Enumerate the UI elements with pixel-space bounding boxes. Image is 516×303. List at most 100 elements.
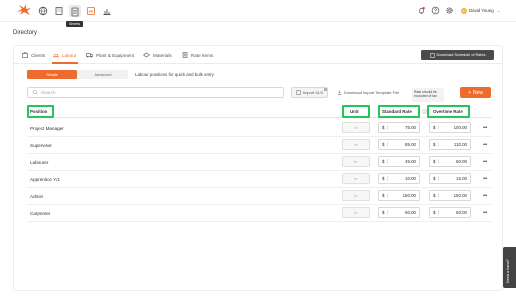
chart-icon[interactable] bbox=[102, 6, 112, 16]
standard-rate-value: 150.00 bbox=[402, 193, 416, 198]
standard-rate-input[interactable]: $150.00 bbox=[378, 190, 420, 201]
table-row: Supervisor hr $85.00 $110.00 ••• bbox=[27, 137, 492, 154]
row-menu-icon[interactable]: ••• bbox=[483, 210, 487, 216]
rate-items-icon bbox=[182, 52, 188, 58]
chevron-down-icon[interactable]: ⌄ bbox=[497, 8, 500, 13]
unit-input[interactable]: hr bbox=[342, 173, 370, 184]
materials-icon bbox=[143, 52, 150, 58]
highlight-unit-header bbox=[342, 105, 370, 118]
plus-icon: + bbox=[468, 89, 471, 96]
currency-symbol: $ bbox=[433, 193, 440, 198]
tab-plant-label: Plant & Equipment bbox=[96, 52, 135, 58]
search-placeholder: Search bbox=[41, 90, 56, 95]
standard-rate-input[interactable]: $75.00 bbox=[378, 122, 420, 133]
user-name[interactable]: David Young bbox=[469, 8, 494, 13]
overtime-rate-value: 60.00 bbox=[456, 210, 467, 215]
overtime-rate-input[interactable]: $60.00 bbox=[429, 207, 471, 218]
currency-symbol: $ bbox=[382, 210, 389, 215]
tab-clients[interactable]: Clients bbox=[22, 51, 45, 59]
row-menu-icon[interactable]: ••• bbox=[483, 176, 487, 182]
currency-symbol: $ bbox=[433, 142, 440, 147]
overtime-rate-value: 60.00 bbox=[456, 159, 467, 164]
table-header-row: Position Unit Standard Rate Overtime Rat… bbox=[27, 105, 492, 118]
table-row: Apprentice Y/1 hr $10.00 $15.00 ••• bbox=[27, 171, 492, 188]
download-schedule-button[interactable]: Download Schedule of Rates bbox=[421, 50, 494, 60]
row-menu-icon[interactable]: ••• bbox=[483, 159, 487, 165]
tab-materials[interactable]: Materials bbox=[143, 51, 172, 59]
hardhat-icon bbox=[53, 54, 59, 58]
settings-gear-icon[interactable] bbox=[445, 6, 454, 15]
standard-rate-value: 45.00 bbox=[405, 159, 416, 164]
position-name: Labourer bbox=[30, 160, 49, 165]
unit-input[interactable]: hr bbox=[342, 156, 370, 167]
standard-rate-input[interactable]: $45.00 bbox=[378, 156, 420, 167]
mode-description: Labour positions for quick and bulk entr… bbox=[135, 72, 214, 77]
download-schedule-label: Download Schedule of Rates bbox=[436, 53, 486, 57]
mode-advanced-option[interactable]: Advanced bbox=[78, 70, 128, 79]
standard-rate-value: 85.00 bbox=[405, 142, 416, 147]
currency-symbol: $ bbox=[382, 159, 389, 164]
currency-symbol: $ bbox=[433, 159, 440, 164]
sheets-nav-active[interactable] bbox=[69, 5, 81, 17]
building-icon[interactable] bbox=[54, 6, 64, 16]
standard-rate-input[interactable]: $50.00 bbox=[378, 207, 420, 218]
table-row: Carpenter hr $50.00 $60.00 ••• bbox=[27, 205, 492, 222]
position-name: Supervisor bbox=[30, 143, 52, 148]
user-avatar[interactable]: DY bbox=[461, 8, 467, 14]
tab-rate-items[interactable]: Rate Items bbox=[182, 51, 213, 59]
overtime-rate-input[interactable]: $15.00 bbox=[429, 173, 471, 184]
download-icon bbox=[337, 90, 342, 95]
tab-labour[interactable]: Labour bbox=[53, 51, 76, 59]
unit-input[interactable]: hr bbox=[342, 122, 370, 133]
row-menu-icon[interactable]: ••• bbox=[483, 125, 487, 131]
tax-note-tooltip: Rate should be excluded of tax bbox=[412, 88, 444, 102]
position-name: Carpenter bbox=[30, 211, 51, 216]
position-name: Apprentice Y/1 bbox=[30, 177, 61, 182]
unit-input[interactable]: hr bbox=[342, 139, 370, 150]
overtime-rate-input[interactable]: $100.00 bbox=[429, 122, 471, 133]
help-icon[interactable] bbox=[431, 6, 440, 15]
table-row: Admin hr $150.00 $150.00 ••• bbox=[27, 188, 492, 205]
overtime-rate-input[interactable]: $110.00 bbox=[429, 139, 471, 150]
tab-bar: Clients Labour Plant & Equipment Materia… bbox=[14, 46, 502, 64]
overtime-rate-input[interactable]: $150.00 bbox=[429, 190, 471, 201]
globe-icon[interactable] bbox=[38, 6, 48, 16]
overtime-rate-input[interactable]: $60.00 bbox=[429, 156, 471, 167]
unit-input[interactable]: hr bbox=[342, 207, 370, 218]
search-icon bbox=[33, 90, 38, 95]
import-xls-button[interactable]: Import XLS bbox=[291, 87, 328, 98]
import-info-icon[interactable] bbox=[324, 88, 327, 91]
mode-simple-option[interactable]: Simple bbox=[27, 70, 77, 79]
document-icon bbox=[430, 52, 434, 58]
standard-rate-input[interactable]: $10.00 bbox=[378, 173, 420, 184]
highlight-overtime-rate-header bbox=[427, 105, 470, 118]
currency-symbol: $ bbox=[382, 176, 389, 181]
new-button-label: New bbox=[472, 89, 483, 96]
highlight-standard-rate-header bbox=[378, 105, 420, 118]
row-menu-icon[interactable]: ••• bbox=[483, 193, 487, 199]
import-xls-label: Import XLS bbox=[302, 90, 323, 95]
notification-bell-icon[interactable] bbox=[417, 6, 426, 15]
clients-icon bbox=[22, 52, 28, 58]
page-title: Directory bbox=[13, 30, 38, 36]
standard-rate-input[interactable]: $85.00 bbox=[378, 139, 420, 150]
standard-rate-value: 75.00 bbox=[405, 125, 416, 130]
tab-clients-label: Clients bbox=[31, 52, 46, 58]
new-button[interactable]: + New bbox=[460, 87, 491, 98]
tab-materials-label: Materials bbox=[153, 52, 172, 58]
company-logo[interactable] bbox=[16, 4, 32, 16]
row-menu-icon[interactable]: ••• bbox=[483, 142, 487, 148]
entry-mode-toggle: Simple Advanced bbox=[27, 70, 128, 79]
currency-symbol: $ bbox=[433, 176, 440, 181]
currency-symbol: $ bbox=[382, 142, 389, 147]
currency-symbol: $ bbox=[382, 125, 389, 130]
need-help-tab[interactable]: Need a hand? bbox=[503, 247, 516, 288]
download-template-link[interactable]: Download Import Template File bbox=[337, 90, 399, 95]
standard-rate-value: 50.00 bbox=[405, 210, 416, 215]
download-template-label: Download Import Template File bbox=[344, 90, 400, 95]
tab-plant-equipment[interactable]: Plant & Equipment bbox=[86, 51, 134, 59]
directory-panel: Clients Labour Plant & Equipment Materia… bbox=[13, 45, 503, 291]
document-image-icon[interactable] bbox=[86, 6, 96, 16]
search-input[interactable]: Search bbox=[27, 87, 284, 98]
unit-input[interactable]: hr bbox=[342, 190, 370, 201]
